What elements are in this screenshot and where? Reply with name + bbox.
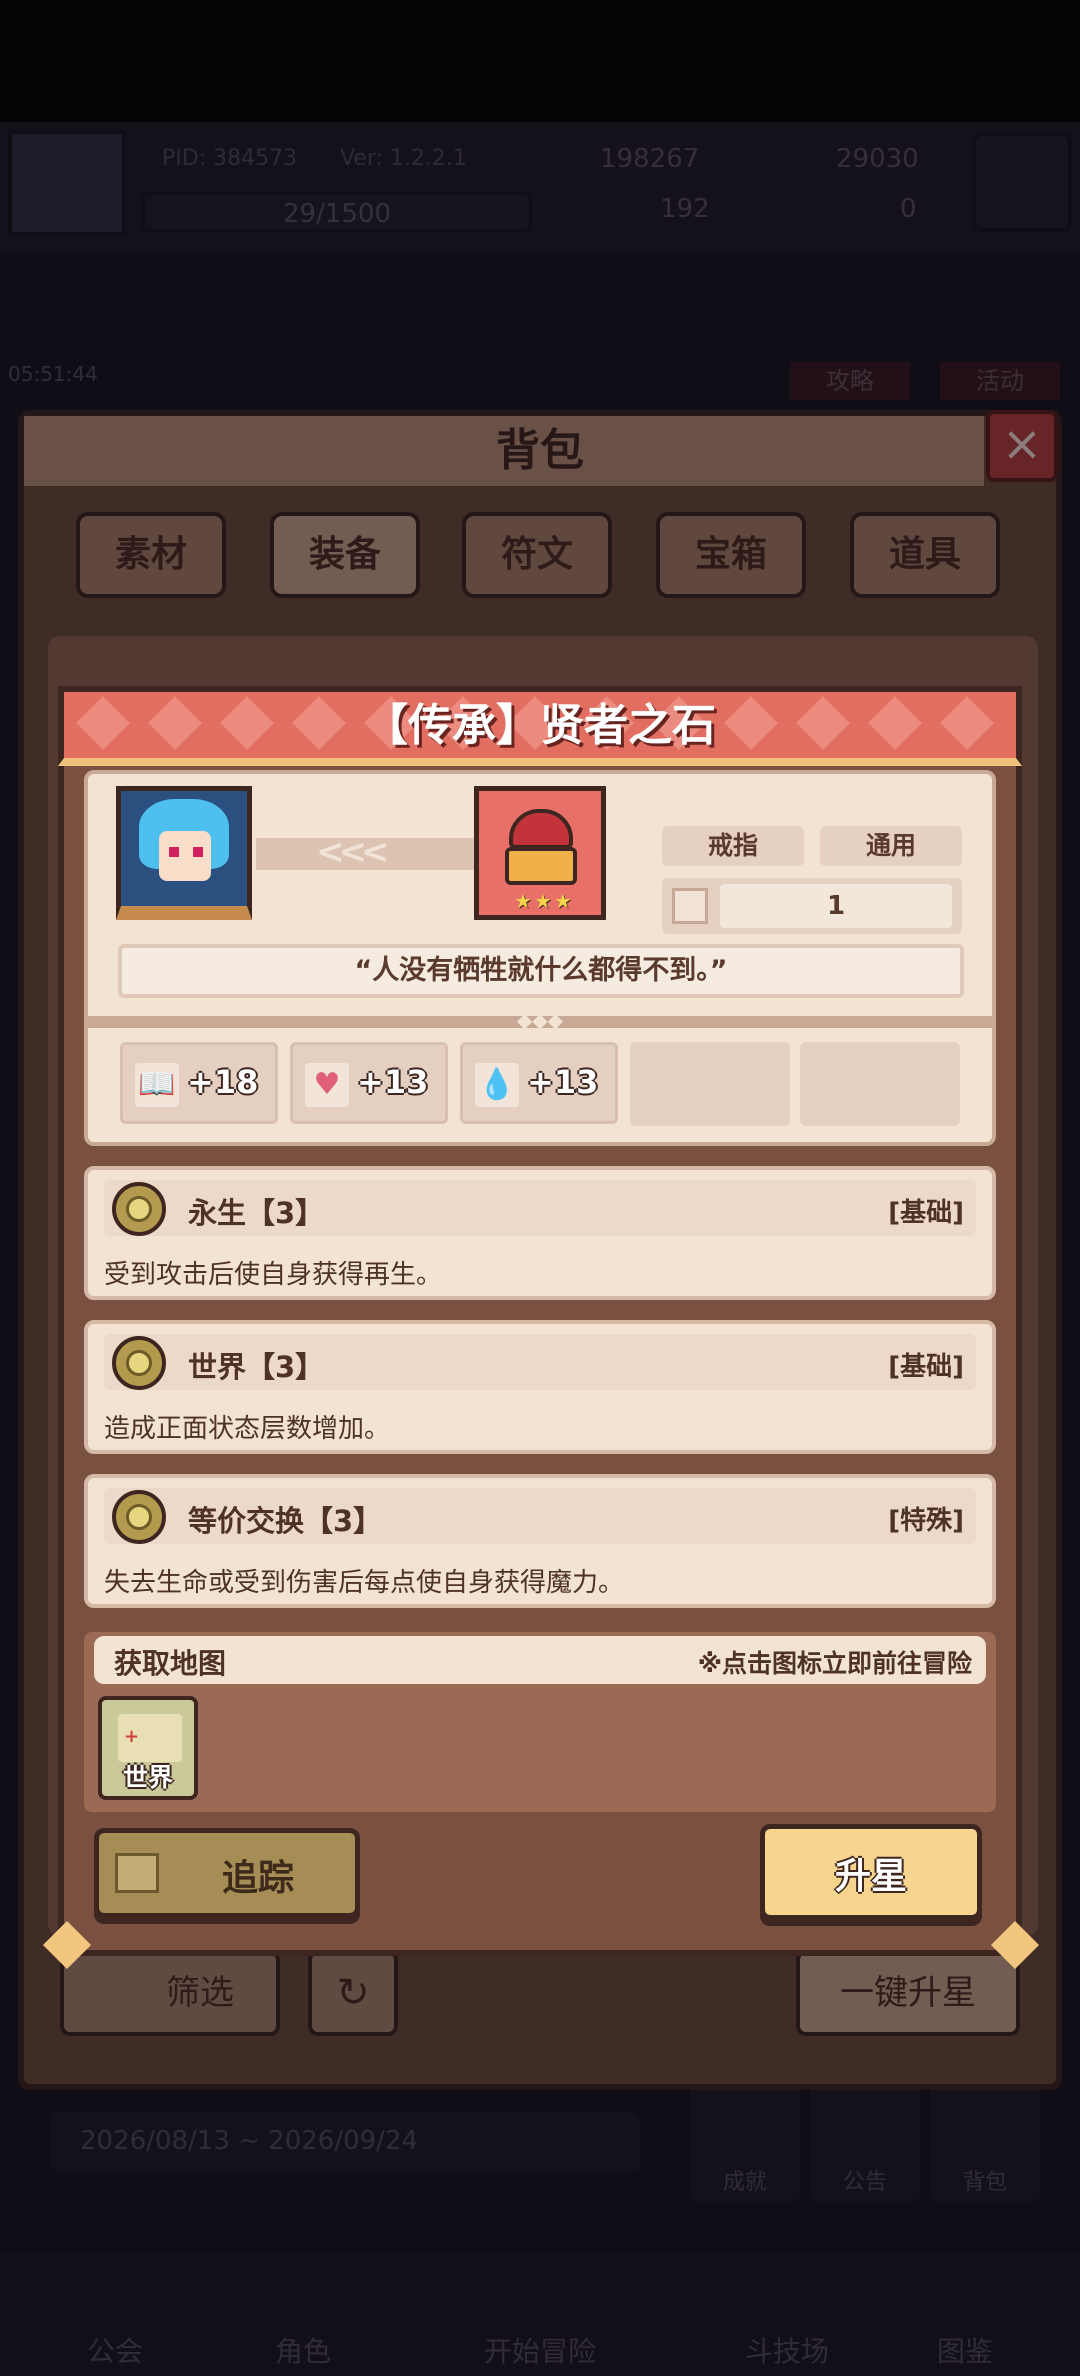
track-label: 追踪 bbox=[221, 1858, 294, 1899]
equip-arrow-icon: <<< bbox=[256, 832, 476, 872]
skill-name: 永生【3】 bbox=[188, 1196, 325, 1230]
book-icon: 📖 bbox=[135, 1063, 179, 1107]
skill-card: 世界【3】 [基础] 造成正面状态层数增加。 bbox=[84, 1320, 996, 1454]
skill-type: [特殊] bbox=[888, 1506, 964, 1536]
world-map-icon[interactable]: + 世界 bbox=[98, 1696, 198, 1800]
skill-medal-icon bbox=[112, 1182, 166, 1236]
skill-header: 等价交换【3】 [特殊] bbox=[104, 1488, 976, 1544]
item-title: 【传承】贤者之石 bbox=[364, 700, 716, 751]
map-hint: ※点击图标立即前往冒险 bbox=[697, 1649, 972, 1678]
stat-book-value: +18 bbox=[187, 1063, 259, 1101]
stat-drop-value: +13 bbox=[527, 1063, 599, 1101]
slot-tag: 戒指 bbox=[662, 826, 804, 866]
item-star-rating: ★★★ bbox=[514, 889, 574, 913]
skill-name: 世界【3】 bbox=[188, 1350, 325, 1384]
upgrade-star-button[interactable]: 升星 bbox=[760, 1824, 982, 1920]
skill-card: 永生【3】 [基础] 受到攻击后使自身获得再生。 bbox=[84, 1166, 996, 1300]
thumb-icon bbox=[115, 1853, 159, 1893]
skill-type: [基础] bbox=[888, 1198, 964, 1228]
usage-tag: 通用 bbox=[820, 826, 962, 866]
inventory-icon bbox=[672, 888, 708, 924]
map-header: 获取地图 ※点击图标立即前往冒险 bbox=[94, 1636, 986, 1684]
skill-name: 等价交换【3】 bbox=[188, 1504, 383, 1538]
skill-header: 永生【3】 [基础] bbox=[104, 1180, 976, 1236]
stat-heart: ♥ +13 bbox=[290, 1042, 448, 1124]
item-quote: “人没有牺牲就什么都得不到。” bbox=[118, 944, 964, 998]
skill-medal-icon bbox=[112, 1490, 166, 1544]
drop-icon: 💧 bbox=[475, 1063, 519, 1107]
heart-icon: ♥ bbox=[305, 1063, 349, 1107]
stat-drop: 💧 +13 bbox=[460, 1042, 618, 1124]
stat-book: 📖 +18 bbox=[120, 1042, 278, 1124]
skill-description: 失去生命或受到伤害后每点使自身获得魔力。 bbox=[104, 1568, 625, 1598]
hero-portrait[interactable] bbox=[116, 786, 252, 920]
skill-description: 受到攻击后使自身获得再生。 bbox=[104, 1260, 443, 1290]
skill-card: 等价交换【3】 [特殊] 失去生命或受到伤害后每点使自身获得魔力。 bbox=[84, 1474, 996, 1608]
upgrade-star-label: 升星 bbox=[834, 1856, 907, 1897]
skill-type: [基础] bbox=[888, 1352, 964, 1382]
stat-empty-slot bbox=[800, 1042, 960, 1126]
skill-header: 世界【3】 [基础] bbox=[104, 1334, 976, 1390]
world-map-label: 世界 bbox=[122, 1763, 173, 1792]
stat-empty-slot bbox=[630, 1042, 790, 1126]
ring-item-icon: ★★★ bbox=[474, 786, 606, 920]
track-button[interactable]: 追踪 bbox=[94, 1828, 360, 1918]
map-title: 获取地图 bbox=[114, 1647, 227, 1680]
skill-medal-icon bbox=[112, 1336, 166, 1390]
item-count: 1 bbox=[720, 884, 952, 928]
divider-ornament: ◆◆◆ bbox=[516, 1008, 564, 1032]
skill-description: 造成正面状态层数增加。 bbox=[104, 1414, 391, 1444]
stat-heart-value: +13 bbox=[357, 1063, 429, 1101]
item-count-row: 1 bbox=[662, 878, 962, 934]
